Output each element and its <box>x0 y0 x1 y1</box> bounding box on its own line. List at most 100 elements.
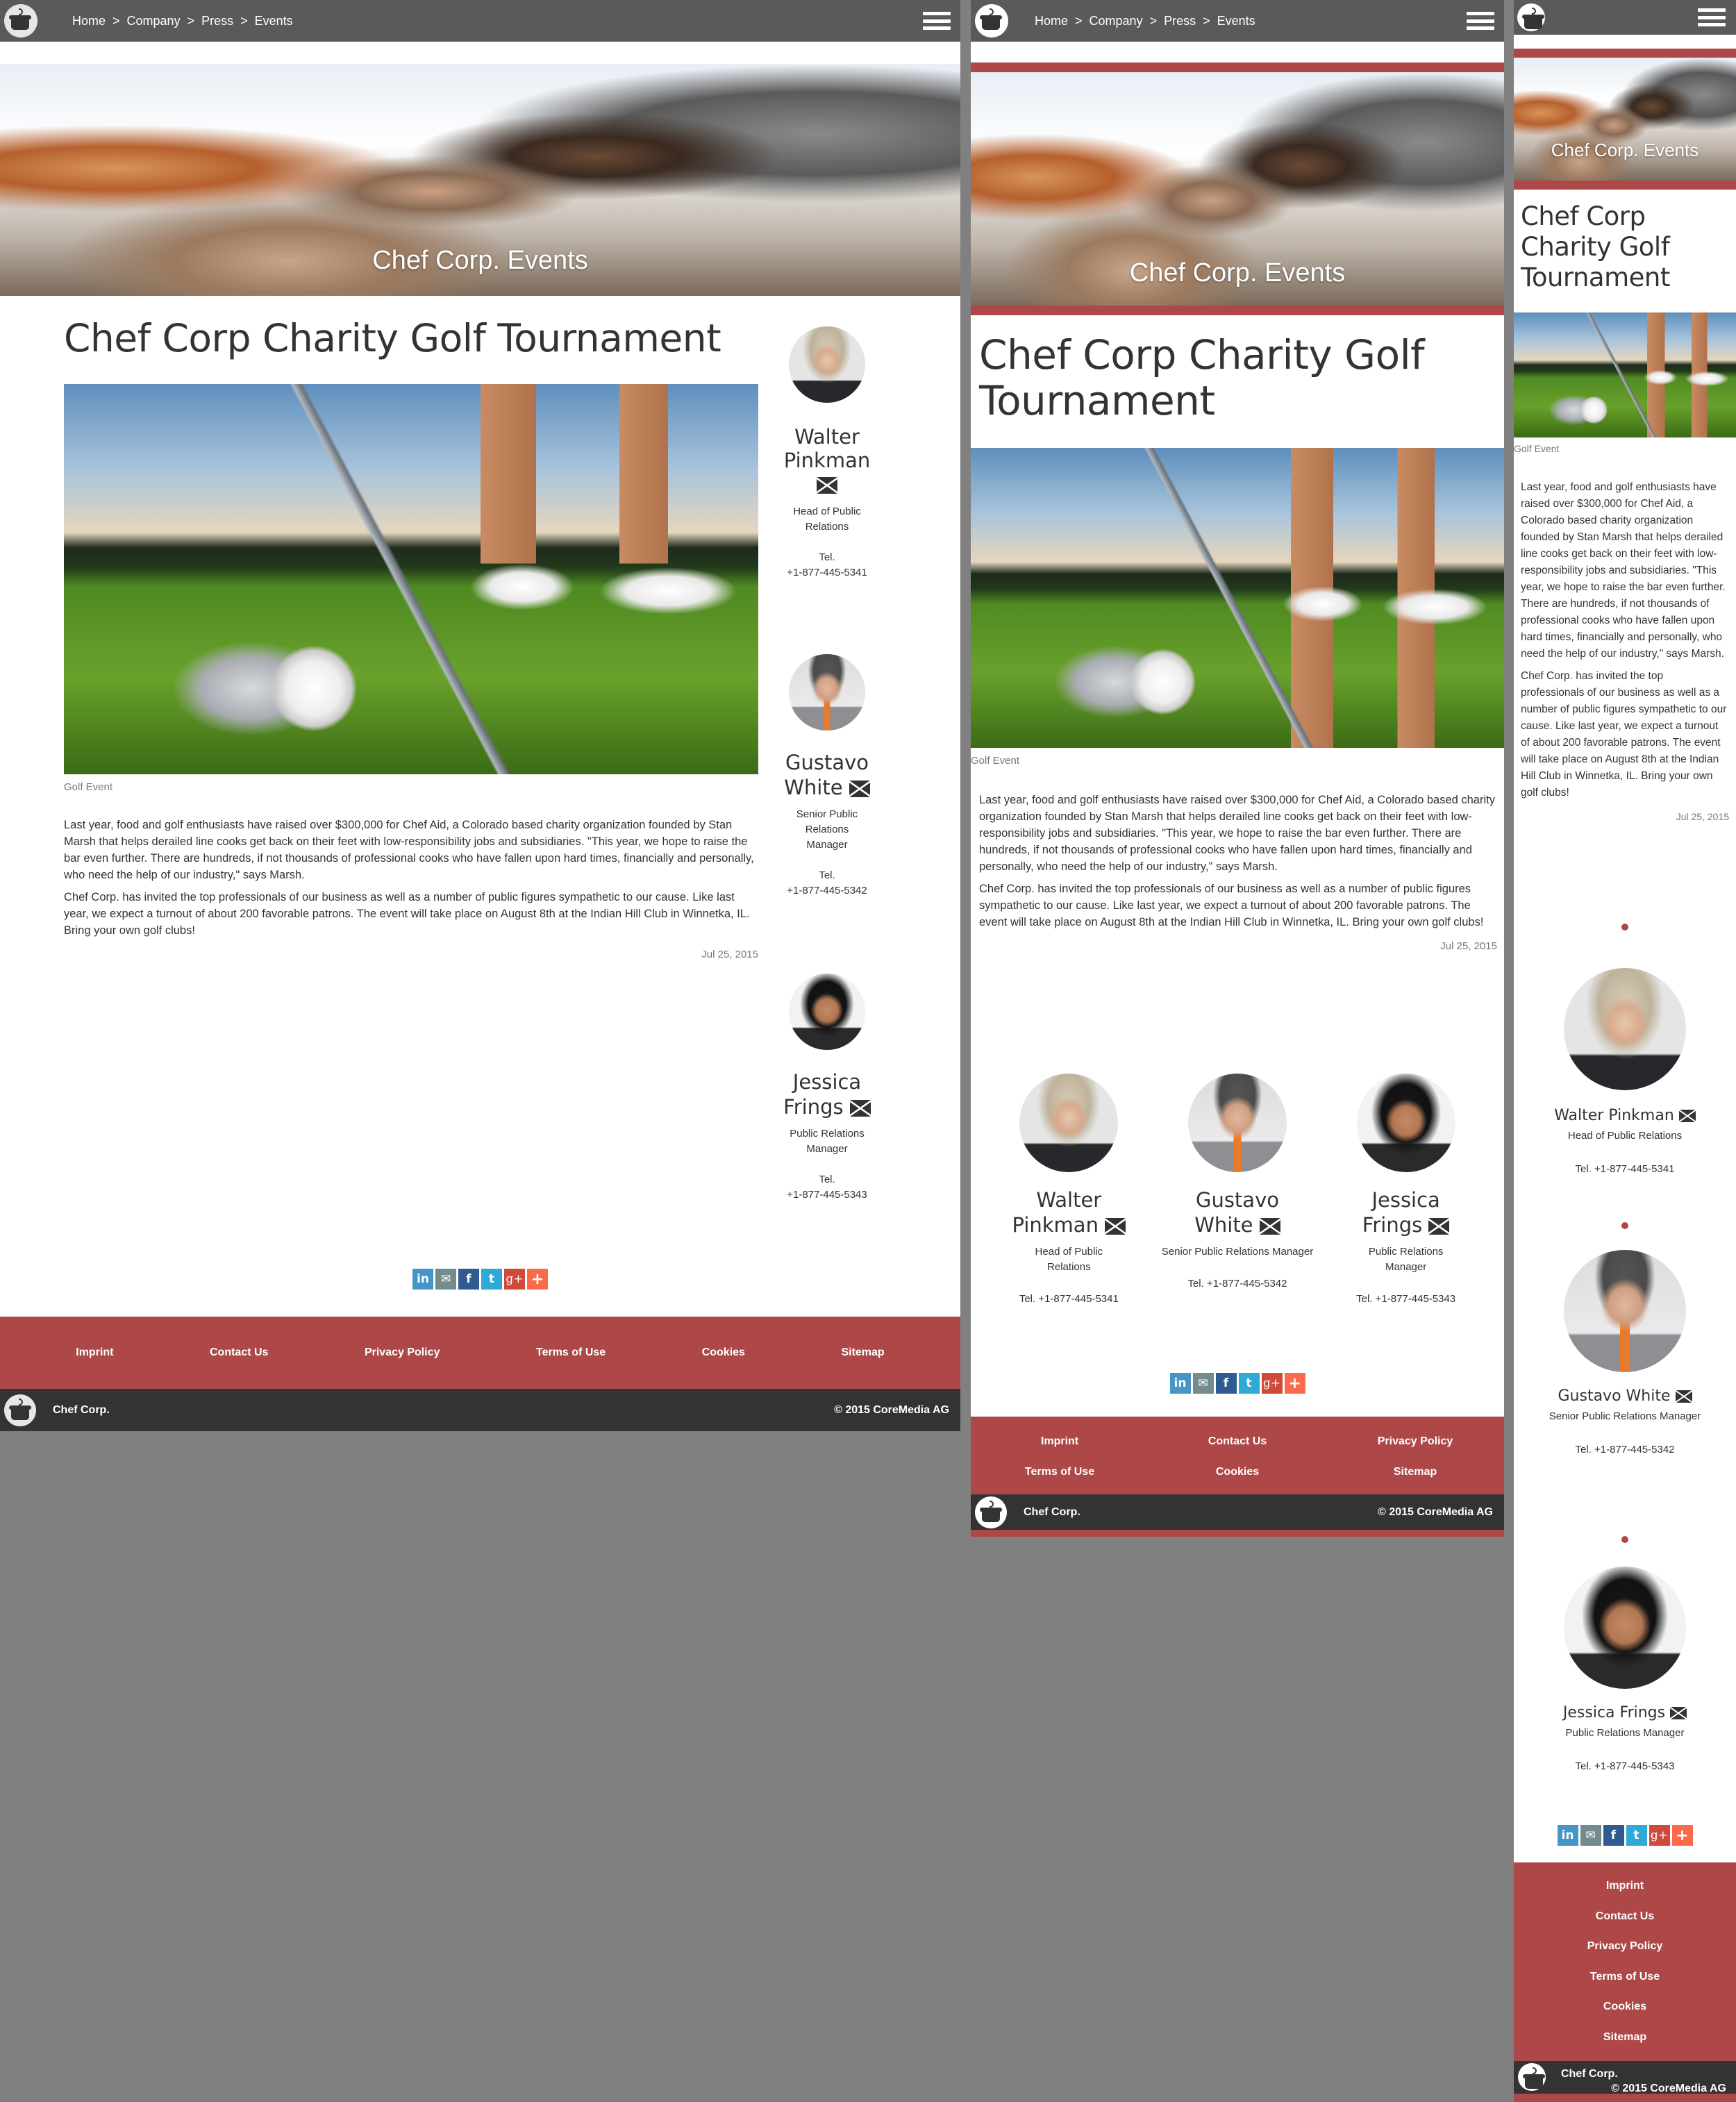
email-icon[interactable] <box>1259 1218 1280 1235</box>
email-icon[interactable] <box>1428 1218 1450 1235</box>
footer-link-terms[interactable]: Terms of Use <box>536 1346 606 1359</box>
email-icon[interactable] <box>1678 1110 1696 1122</box>
footer-brand: Chef Corp. <box>1561 2068 1618 2080</box>
hamburger-menu-icon[interactable] <box>923 12 951 30</box>
footer-links: Imprint Contact Us Privacy Policy Terms … <box>971 1419 1504 1494</box>
twitter-icon[interactable]: t <box>481 1269 502 1290</box>
footer-links: Imprint Contact Us Privacy Policy Terms … <box>1514 1862 1736 2061</box>
hero-accent-bar <box>971 306 1504 315</box>
article-image <box>971 448 1504 748</box>
hamburger-menu-icon[interactable] <box>1467 12 1494 30</box>
twitter-icon[interactable]: t <box>1238 1373 1260 1394</box>
contact-avatar <box>1356 1074 1455 1172</box>
contact-card: Jessica Frings Public Relations Manager T… <box>771 974 883 1203</box>
footer-brand: Chef Corp. <box>53 1403 110 1416</box>
email-icon[interactable] <box>817 477 837 494</box>
hero-title: Chef Corp. Events <box>1129 258 1346 287</box>
breadcrumb-company[interactable]: Company <box>1090 14 1143 28</box>
contact-name: Gustavo White <box>784 751 870 799</box>
article-paragraph: Chef Corp. has invited the top professio… <box>64 891 750 937</box>
facebook-icon[interactable]: f <box>1603 1825 1624 1846</box>
contact-role: Public Relations Manager <box>790 1128 865 1155</box>
footer-links: Imprint Contact Us Privacy Policy Terms … <box>0 1317 960 1389</box>
footer-link-contact[interactable]: Contact Us <box>1514 1910 1736 1923</box>
breadcrumb-events[interactable]: Events <box>255 14 293 28</box>
google-plus-icon[interactable]: g+ <box>1261 1373 1283 1394</box>
contact-card: Gustavo White Senior Public Relations Ma… <box>1514 1250 1736 1536</box>
hamburger-menu-icon[interactable] <box>1698 8 1726 26</box>
footer-bottom-bar: Chef Corp. © 2015 CoreMedia AG <box>0 1389 960 1431</box>
email-share-icon[interactable]: ✉ <box>1192 1373 1214 1394</box>
google-plus-icon[interactable]: g+ <box>504 1269 525 1290</box>
footer-link-imprint[interactable]: Imprint <box>971 1435 1149 1448</box>
facebook-icon[interactable]: f <box>1215 1373 1237 1394</box>
linkedin-icon[interactable]: in <box>412 1269 433 1290</box>
footer-link-sitemap[interactable]: Sitemap <box>1514 2031 1736 2044</box>
breadcrumb-press[interactable]: Press <box>1164 14 1196 28</box>
footer-link-privacy[interactable]: Privacy Policy <box>365 1346 440 1359</box>
footer-link-sitemap[interactable]: Sitemap <box>841 1346 884 1359</box>
email-icon[interactable] <box>1675 1390 1692 1403</box>
email-icon[interactable] <box>1670 1707 1687 1719</box>
email-share-icon[interactable]: ✉ <box>435 1269 456 1290</box>
hero-accent-bar <box>971 62 1504 72</box>
footer-link-contact[interactable]: Contact Us <box>210 1346 268 1359</box>
tablet-viewport: Home > Company > Press > Events Chef Corp. … <box>971 0 1504 1537</box>
footer-link-terms[interactable]: Terms of Use <box>971 1466 1149 1478</box>
contact-role: Head of Public Relations <box>1035 1246 1103 1273</box>
google-plus-icon[interactable]: g+ <box>1649 1825 1670 1846</box>
breadcrumb-company[interactable]: Company <box>127 14 181 28</box>
contact-name: Jessica Frings <box>1514 1704 1736 1721</box>
hero-banner: Chef Corp. Events <box>1514 58 1736 181</box>
desktop-viewport: Home > Company > Press > Events Chef Corp. … <box>0 0 960 1431</box>
email-icon[interactable] <box>1105 1218 1126 1235</box>
contact-name: Walter Pinkman <box>1514 1107 1736 1124</box>
footer-bottom-bar: Chef Corp. © 2015 CoreMedia AG <box>1514 2061 1736 2094</box>
footer-link-imprint[interactable]: Imprint <box>76 1346 113 1359</box>
footer-link-imprint[interactable]: Imprint <box>1514 1880 1736 1892</box>
image-caption: Golf Event <box>1514 443 1560 454</box>
linkedin-icon[interactable]: in <box>1557 1825 1578 1846</box>
article-body: Last year, food and golf enthusiasts hav… <box>979 792 1497 952</box>
footer-link-privacy[interactable]: Privacy Policy <box>1326 1435 1504 1448</box>
article-image <box>64 384 758 774</box>
mobile-viewport: Chef Corp. Events Chef Corp Charity Golf… <box>1514 0 1736 2102</box>
facebook-icon[interactable]: f <box>458 1269 479 1290</box>
footer-link-privacy[interactable]: Privacy Policy <box>1514 1940 1736 1953</box>
breadcrumb-home[interactable]: Home <box>72 14 106 28</box>
breadcrumb-press[interactable]: Press <box>201 14 233 28</box>
twitter-icon[interactable]: t <box>1626 1825 1647 1846</box>
breadcrumb-home[interactable]: Home <box>1035 14 1068 28</box>
more-share-icon[interactable]: + <box>527 1269 548 1290</box>
footer-link-contact[interactable]: Contact Us <box>1149 1435 1326 1448</box>
email-icon[interactable] <box>849 781 870 797</box>
more-share-icon[interactable]: + <box>1671 1825 1693 1846</box>
article-date: Jul 25, 2015 <box>1676 811 1729 822</box>
chef-corp-logo-icon[interactable] <box>975 4 1008 37</box>
footer-link-terms[interactable]: Terms of Use <box>1514 1971 1736 1983</box>
footer-link-cookies[interactable]: Cookies <box>1514 2001 1736 2013</box>
email-icon[interactable] <box>849 1100 871 1117</box>
chef-corp-logo-icon[interactable] <box>1517 3 1545 31</box>
share-bar: in ✉ f t g+ + <box>971 1373 1504 1394</box>
breadcrumb-events[interactable]: Events <box>1217 14 1255 28</box>
contact-avatar <box>1564 1567 1686 1689</box>
email-share-icon[interactable]: ✉ <box>1580 1825 1601 1846</box>
contact-role: Public Relations Manager <box>1565 1727 1685 1739</box>
footer-link-sitemap[interactable]: Sitemap <box>1326 1466 1504 1478</box>
hero-banner: Chef Corp. Events <box>971 72 1504 306</box>
contact-card: Jessica Frings Public Relations Manager … <box>1514 1567 1736 1774</box>
breadcrumb-separator: > <box>1075 13 1083 28</box>
article-paragraph: Last year, food and golf enthusiasts hav… <box>1521 481 1726 660</box>
top-navigation-bar <box>1514 0 1736 35</box>
footer-link-cookies[interactable]: Cookies <box>702 1346 745 1359</box>
share-bar: in ✉ f t g+ + <box>1514 1825 1736 1846</box>
contact-card: Jessica Frings Public Relations Manager T… <box>1326 1074 1486 1307</box>
footer-link-cookies[interactable]: Cookies <box>1149 1466 1326 1478</box>
chef-corp-logo-icon <box>4 1394 36 1426</box>
more-share-icon[interactable]: + <box>1284 1373 1305 1394</box>
linkedin-icon[interactable]: in <box>1169 1373 1191 1394</box>
contact-role: Senior Public Relations Manager <box>796 808 858 851</box>
chef-corp-logo-icon[interactable] <box>4 4 37 37</box>
contact-name: Jessica Frings <box>1326 1187 1486 1237</box>
